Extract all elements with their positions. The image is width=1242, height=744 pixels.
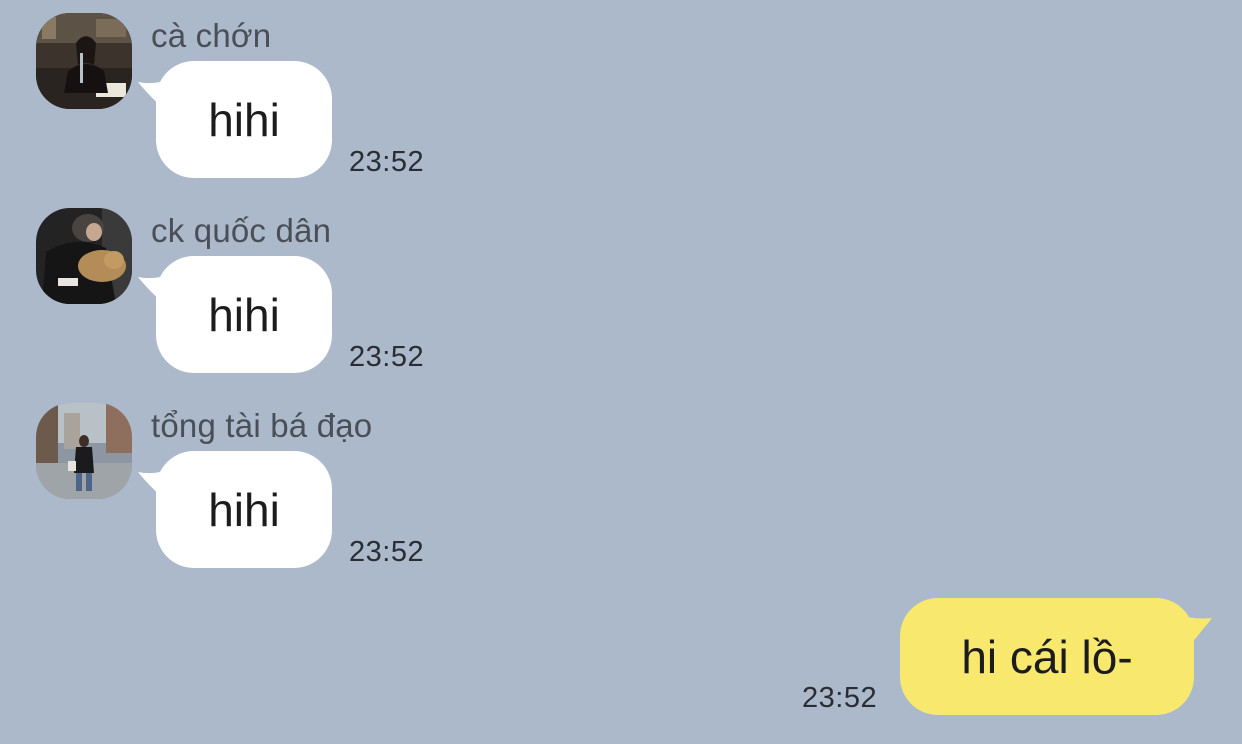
message-text: hi cái lồ-	[961, 630, 1133, 683]
message-text: hihi	[208, 483, 280, 536]
sender-name: cà chớn	[151, 17, 272, 54]
message-text: hihi	[208, 93, 280, 146]
message-timestamp: 23:52	[802, 682, 878, 714]
message-timestamp: 23:52	[349, 341, 425, 373]
sender-name: tổng tài bá đạo	[151, 407, 373, 444]
bubble-tail	[1176, 614, 1212, 662]
photo-avatar-icon	[36, 208, 132, 304]
message-text: hihi	[208, 288, 280, 341]
photo-avatar-icon	[36, 13, 132, 109]
incoming-message: ck quốc dân hihi 23:52	[0, 208, 600, 388]
message-timestamp: 23:52	[349, 146, 425, 178]
message-bubble[interactable]: hihi	[156, 451, 332, 568]
incoming-message: cà chớn hihi 23:52	[0, 13, 600, 193]
message-bubble[interactable]: hihi	[156, 256, 332, 373]
sender-avatar[interactable]	[36, 13, 132, 109]
sender-avatar[interactable]	[36, 403, 132, 499]
message-bubble[interactable]: hi cái lồ-	[900, 598, 1194, 715]
message-bubble[interactable]: hihi	[156, 61, 332, 178]
chat-thread: cà chớn hihi 23:52 ck quốc dân hihi 23:5…	[0, 0, 1242, 744]
incoming-message: tổng tài bá đạo hihi 23:52	[0, 403, 600, 583]
sender-name: ck quốc dân	[151, 212, 332, 249]
message-timestamp: 23:52	[349, 536, 425, 568]
outgoing-message: 23:52 hi cái lồ-	[790, 598, 1220, 718]
sender-avatar[interactable]	[36, 208, 132, 304]
photo-avatar-icon	[36, 403, 132, 499]
